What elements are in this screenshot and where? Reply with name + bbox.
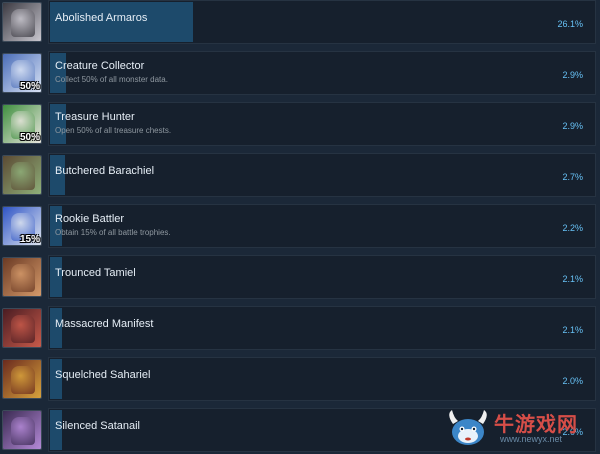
achievement-row[interactable]: 50% Treasure Hunter Open 50% of all treasu… (0, 102, 600, 148)
achievement-row[interactable]: 15% Rookie Battler Obtain 15% of all battl… (0, 204, 600, 250)
sword-icon: 15% (2, 206, 42, 246)
achievement-description: Collect 50% of all monster data. (55, 75, 168, 84)
unlock-percent: 2.2% (562, 223, 583, 233)
progress-badge: 50% (19, 81, 40, 92)
watermark-url: www.newyx.net (500, 434, 563, 444)
treasure-chest-icon: 50% (2, 104, 42, 144)
achievement-title: Trounced Tamiel (55, 267, 136, 279)
achievement-panel: Butchered Barachiel 2.7% (48, 153, 596, 197)
satanail-icon (2, 410, 42, 450)
manifest-icon (2, 308, 42, 348)
achievement-row[interactable]: Butchered Barachiel 2.7% (0, 153, 600, 199)
achievement-row[interactable]: Trounced Tamiel 2.1% (0, 255, 600, 301)
achievement-title: Butchered Barachiel (55, 165, 155, 177)
unlock-percent: 2.9% (562, 70, 583, 80)
watermark-text: 牛游戏网 (494, 412, 578, 436)
achievement-title: Creature Collector (55, 60, 145, 72)
bull-mascot-icon (449, 410, 487, 445)
achievement-title: Treasure Hunter (55, 111, 135, 123)
tamiel-icon (2, 257, 42, 297)
achievement-row[interactable]: 50% Creature Collector Collect 50% of all … (0, 51, 600, 97)
achievement-panel: Rookie Battler Obtain 15% of all battle t… (48, 204, 596, 248)
unlock-percent: 2.9% (562, 121, 583, 131)
watermark: 牛游戏网 www.newyx.net (444, 406, 594, 450)
barachiel-icon (2, 155, 42, 195)
achievement-description: Open 50% of all treasure chests. (55, 126, 172, 135)
achievement-panel: Creature Collector Collect 50% of all mon… (48, 51, 596, 95)
unlock-rate-bar (50, 53, 66, 93)
achievement-title: Abolished Armaros (55, 12, 148, 24)
achievement-title: Squelched Sahariel (55, 369, 151, 381)
unlock-percent: 2.7% (562, 172, 583, 182)
achievement-title: Massacred Manifest (55, 318, 154, 330)
sahariel-icon (2, 359, 42, 399)
progress-badge: 15% (19, 234, 40, 245)
winged-creature-icon: 50% (2, 53, 42, 93)
achievement-description: Obtain 15% of all battle trophies. (55, 228, 171, 237)
achievement-panel: Abolished Armaros 26.1% (48, 0, 596, 44)
achievement-row[interactable]: Squelched Sahariel 2.0% (0, 357, 600, 403)
unlock-rate-bar (50, 104, 66, 144)
achievement-row[interactable]: Massacred Manifest 2.1% (0, 306, 600, 352)
achievement-title: Rookie Battler (55, 213, 125, 225)
achievement-panel: Massacred Manifest 2.1% (48, 306, 596, 350)
unlock-percent: 2.0% (562, 376, 583, 386)
armaros-icon (2, 2, 42, 42)
achievement-row[interactable]: Abolished Armaros 26.1% (0, 0, 600, 46)
achievement-title: Silenced Satanail (55, 420, 141, 432)
unlock-rate-bar (50, 206, 62, 246)
achievement-panel: Squelched Sahariel 2.0% (48, 357, 596, 401)
unlock-percent: 2.1% (562, 274, 583, 284)
achievement-panel: Trounced Tamiel 2.1% (48, 255, 596, 299)
achievement-panel: Treasure Hunter Open 50% of all treasure … (48, 102, 596, 146)
unlock-percent: 26.1% (557, 19, 583, 29)
unlock-percent: 2.1% (562, 325, 583, 335)
progress-badge: 50% (19, 132, 40, 143)
